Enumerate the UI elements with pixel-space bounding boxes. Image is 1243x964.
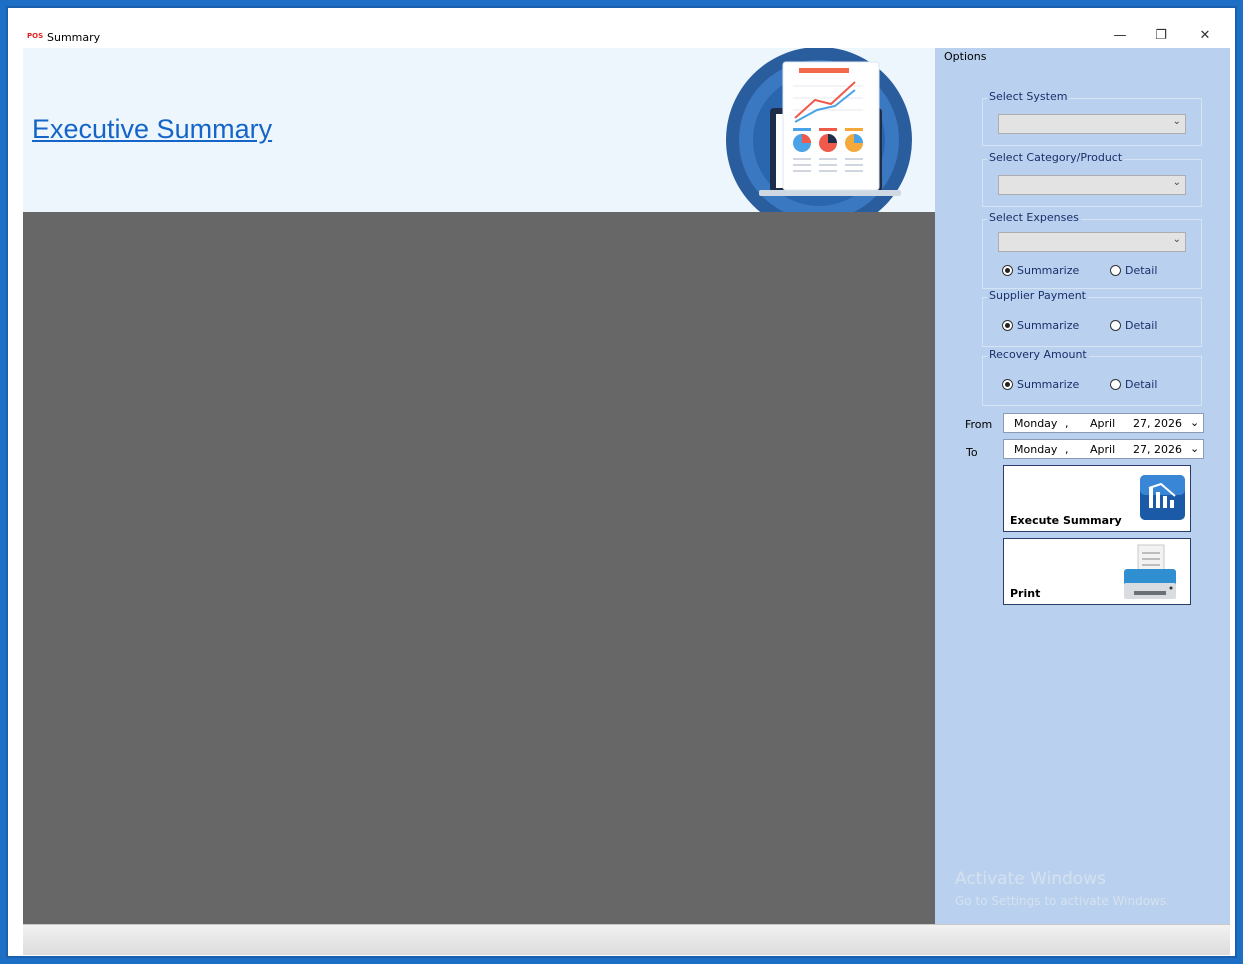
status-bar: [23, 924, 1230, 955]
from-month: April: [1090, 417, 1116, 430]
radio-unchecked-icon: [1110, 320, 1121, 331]
app-logo: POS: [27, 32, 44, 40]
select-category-dropdown[interactable]: ⌄: [998, 175, 1186, 195]
supplier-summarize-radio[interactable]: Summarize: [1002, 319, 1079, 332]
recovery-radio-row: Summarize Detail: [1002, 378, 1192, 394]
select-expenses-label: Select Expenses: [987, 211, 1081, 224]
window-title: Summary: [47, 31, 101, 44]
from-label: From: [965, 418, 993, 431]
select-category-label: Select Category/Product: [987, 151, 1125, 164]
close-button[interactable]: ✕: [1185, 26, 1225, 48]
radio-unchecked-icon: [1110, 379, 1121, 390]
radio-label: Detail: [1125, 264, 1158, 277]
radio-label: Detail: [1125, 378, 1158, 391]
options-label: Options: [944, 50, 987, 63]
select-system-label: Select System: [987, 90, 1070, 103]
radio-checked-icon: [1002, 379, 1013, 390]
printer-icon: [1124, 544, 1176, 599]
radio-label: Summarize: [1017, 319, 1080, 332]
chevron-down-icon: ⌄: [1172, 116, 1181, 127]
activation-watermark-title: Activate Windows: [955, 869, 1106, 889]
chevron-down-icon: ⌄: [1172, 177, 1181, 188]
radio-unchecked-icon: [1110, 265, 1121, 276]
supplier-detail-radio[interactable]: Detail: [1110, 319, 1157, 332]
recovery-amount-group: Recovery Amount Summarize Detail: [982, 348, 1202, 406]
from-day-year: 27, 2026: [1133, 417, 1182, 430]
header-banner: Executive Summary: [23, 48, 935, 212]
expenses-summarize-radio[interactable]: Summarize: [1002, 264, 1079, 277]
supplier-payment-group: Supplier Payment Summarize Detail: [982, 289, 1202, 347]
print-button[interactable]: Print: [1003, 538, 1191, 605]
execute-summary-button[interactable]: Execute Summary: [1003, 465, 1191, 532]
radio-label: Summarize: [1017, 378, 1080, 391]
radio-label: Detail: [1125, 319, 1158, 332]
to-month: April: [1090, 443, 1116, 456]
radio-checked-icon: [1002, 320, 1013, 331]
from-date-picker[interactable]: Monday , April 27, 2026 ⌄: [1003, 413, 1204, 433]
page-title: Executive Summary: [32, 114, 273, 144]
chevron-down-icon: ⌄: [1190, 416, 1200, 429]
recovery-summarize-radio[interactable]: Summarize: [1002, 378, 1079, 391]
expenses-detail-radio[interactable]: Detail: [1110, 264, 1157, 277]
chevron-down-icon: ⌄: [1190, 442, 1200, 455]
select-category-group: Select Category/Product ⌄: [982, 151, 1202, 207]
execute-summary-label: Execute Summary: [1010, 514, 1122, 527]
to-label: To: [966, 446, 978, 459]
summary-window: POS Summary — ❐ ✕ Executive Summary Opti…: [23, 26, 1230, 955]
activation-watermark-subtitle: Go to Settings to activate Windows.: [955, 894, 1170, 908]
radio-checked-icon: [1002, 265, 1013, 276]
supplier-payment-label: Supplier Payment: [987, 289, 1088, 302]
select-system-dropdown[interactable]: ⌄: [998, 114, 1186, 134]
radio-label: Summarize: [1017, 264, 1080, 277]
restore-button[interactable]: ❐: [1141, 26, 1181, 48]
expenses-radio-row: Summarize Detail: [1002, 264, 1192, 280]
to-weekday: Monday: [1014, 443, 1058, 456]
recovery-amount-label: Recovery Amount: [987, 348, 1089, 361]
select-system-group: Select System ⌄: [982, 90, 1202, 146]
select-expenses-group: Select Expenses ⌄ Summarize Detail: [982, 211, 1202, 289]
recovery-detail-radio[interactable]: Detail: [1110, 378, 1157, 391]
chevron-down-icon: ⌄: [1172, 234, 1181, 245]
report-viewer-area[interactable]: [23, 212, 935, 924]
to-separator: ,: [1065, 443, 1069, 456]
report-illustration-icon: [726, 48, 912, 212]
supplier-radio-row: Summarize Detail: [1002, 319, 1192, 335]
minimize-button[interactable]: —: [1100, 26, 1140, 48]
options-panel: Options Select System ⌄ Select Category/…: [935, 48, 1230, 924]
chart-report-icon: [1140, 475, 1185, 520]
print-label: Print: [1010, 587, 1041, 600]
select-expenses-dropdown[interactable]: ⌄: [998, 232, 1186, 252]
title-bar[interactable]: POS Summary — ❐ ✕: [23, 26, 1230, 48]
to-date-picker[interactable]: Monday , April 27, 2026 ⌄: [1003, 439, 1204, 459]
to-day-year: 27, 2026: [1133, 443, 1182, 456]
from-weekday: Monday: [1014, 417, 1058, 430]
from-separator: ,: [1065, 417, 1069, 430]
